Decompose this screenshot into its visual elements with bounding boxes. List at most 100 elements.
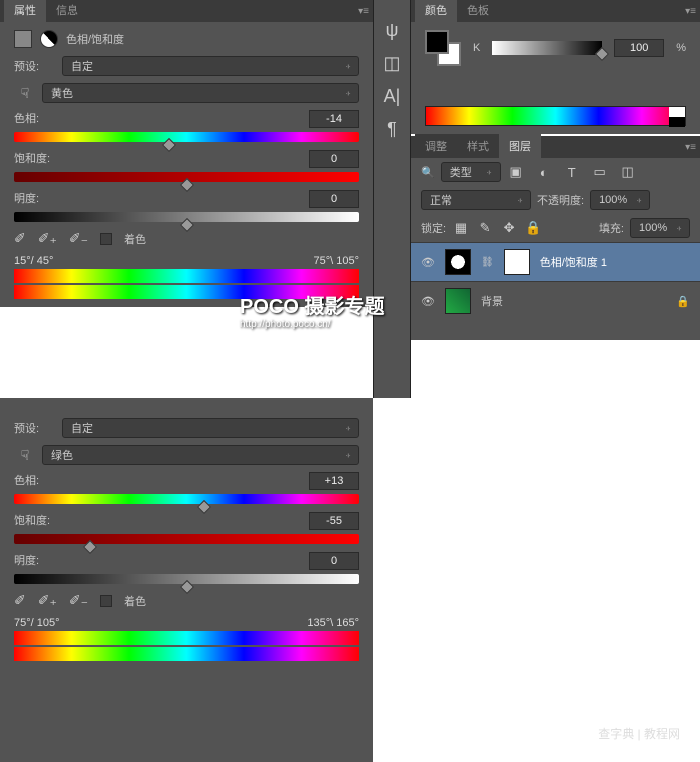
- tab-adjustments[interactable]: 调整: [415, 134, 457, 158]
- filter-image-icon[interactable]: ▣: [507, 163, 525, 181]
- eyedropper-minus-icon[interactable]: ✐₋: [69, 230, 88, 247]
- hue-input[interactable]: [309, 110, 359, 128]
- range-bar-top-2[interactable]: [14, 631, 359, 645]
- link-icon[interactable]: ⛓: [481, 257, 494, 268]
- saturation-label-2: 饱和度:: [14, 512, 50, 530]
- colorize-checkbox-2[interactable]: [100, 595, 112, 607]
- colorize-label: 着色: [124, 231, 146, 247]
- eyedropper-minus-icon-2[interactable]: ✐₋: [69, 592, 88, 609]
- saturation-input[interactable]: [309, 150, 359, 168]
- opacity-label: 不透明度:: [537, 192, 584, 208]
- adjustment-icon: [40, 30, 58, 48]
- tab-color[interactable]: 颜色: [415, 0, 457, 22]
- hand-icon-2[interactable]: ☟: [14, 444, 36, 466]
- k-label: K: [473, 42, 480, 54]
- eyedropper-icon[interactable]: ✐: [14, 230, 26, 247]
- blend-select[interactable]: 正常: [421, 190, 531, 210]
- preset-select[interactable]: 自定: [62, 56, 359, 76]
- saturation-input-2[interactable]: [309, 512, 359, 530]
- layer-name[interactable]: 背景: [481, 293, 503, 309]
- saturation-slider-2[interactable]: [14, 534, 359, 544]
- visibility-icon[interactable]: 👁: [421, 256, 435, 269]
- filter-select[interactable]: 类型: [441, 162, 501, 182]
- preset-label: 预设:: [14, 58, 56, 74]
- range-high: 75°\ 105°: [314, 255, 360, 267]
- range-low-2: 75°/ 105°: [14, 617, 60, 629]
- fill-select[interactable]: 100%: [630, 218, 690, 238]
- fill-label: 填充:: [599, 220, 624, 236]
- k-input[interactable]: [614, 39, 664, 57]
- right-panels: 颜色 色板 ▾≡ K % 调整 样式 图层 ▾≡: [411, 0, 700, 340]
- colorize-checkbox[interactable]: [100, 233, 112, 245]
- color-swatch[interactable]: [425, 30, 461, 66]
- lightness-input[interactable]: [309, 190, 359, 208]
- lightness-slider[interactable]: [14, 212, 359, 222]
- filter-shape-icon[interactable]: ▭: [591, 163, 609, 181]
- preset-label-2: 预设:: [14, 420, 56, 436]
- lightness-label-2: 明度:: [14, 552, 39, 570]
- layer-item-hue-sat[interactable]: 👁 ⛓ 色相/饱和度 1: [411, 242, 700, 281]
- filter-adjust-icon[interactable]: ◐: [535, 163, 553, 181]
- filter-type-icon[interactable]: T: [563, 163, 581, 181]
- lock-trans-icon[interactable]: ▦: [452, 219, 470, 237]
- hand-icon[interactable]: ☟: [14, 82, 36, 104]
- canvas-area: [373, 398, 700, 762]
- character-icon[interactable]: A|: [384, 86, 401, 107]
- mask-icon: [14, 30, 32, 48]
- fg-swatch[interactable]: [425, 30, 449, 54]
- layer-name[interactable]: 色相/饱和度 1: [540, 254, 607, 270]
- tab-layers[interactable]: 图层: [499, 134, 541, 158]
- range-bar-top[interactable]: [14, 269, 359, 283]
- opacity-select[interactable]: 100%: [590, 190, 650, 210]
- color-menu-icon[interactable]: ▾≡: [685, 6, 696, 17]
- hue-slider[interactable]: [14, 132, 359, 142]
- tabs: 属性 信息 ▾≡: [0, 0, 373, 22]
- layer-item-background[interactable]: 👁 背景 🔒: [411, 281, 700, 320]
- eyedropper-icon-2[interactable]: ✐: [14, 592, 26, 609]
- range-low: 15°/ 45°: [14, 255, 53, 267]
- hue-label-2: 色相:: [14, 472, 39, 490]
- tab-properties[interactable]: 属性: [4, 0, 46, 22]
- preset-select-2[interactable]: 自定: [62, 418, 359, 438]
- eyedropper-plus-icon-2[interactable]: ✐₊: [38, 592, 57, 609]
- channel-select[interactable]: 黄色: [42, 83, 359, 103]
- swatches-icon[interactable]: ◫: [383, 53, 400, 74]
- tab-info[interactable]: 信息: [46, 0, 88, 22]
- lock-paint-icon[interactable]: ✎: [476, 219, 494, 237]
- tab-styles[interactable]: 样式: [457, 134, 499, 158]
- filter-smart-icon[interactable]: ◫: [619, 163, 637, 181]
- layers-panel: 调整 样式 图层 ▾≡ 🔍 类型 ▣ ◐ T ▭ ◫ 正常 不透明度: 100%…: [411, 136, 700, 340]
- range-high-2: 135°\ 165°: [307, 617, 359, 629]
- tab-swatches[interactable]: 色板: [457, 0, 499, 22]
- properties-panel: 属性 信息 ▾≡ 色相/饱和度 预设: 自定 ☟ 黄色 色相: 饱和度:: [0, 0, 373, 307]
- hue-input-2[interactable]: [309, 472, 359, 490]
- hue-label: 色相:: [14, 110, 39, 128]
- lock-label: 锁定:: [421, 220, 446, 236]
- layer-thumb: [445, 288, 471, 314]
- lock-all-icon[interactable]: 🔒: [524, 219, 542, 237]
- lock-move-icon[interactable]: ✥: [500, 219, 518, 237]
- lightness-slider-2[interactable]: [14, 574, 359, 584]
- watermark-main: POCO 摄影专题 http://photo.poco.cn/: [240, 290, 384, 330]
- properties-panel-2: 预设: 自定 ☟ 绿色 色相: 饱和度: 明度:: [0, 398, 373, 762]
- colorize-label-2: 着色: [124, 593, 146, 609]
- spectrum-bar[interactable]: [425, 106, 686, 126]
- lightness-input-2[interactable]: [309, 552, 359, 570]
- saturation-label: 饱和度:: [14, 150, 50, 168]
- color-panel: 颜色 色板 ▾≡ K %: [411, 0, 700, 134]
- layer-adjust-thumb: [445, 249, 471, 275]
- channel-select-2[interactable]: 绿色: [42, 445, 359, 465]
- k-slider[interactable]: [492, 41, 602, 55]
- layers-menu-icon[interactable]: ▾≡: [685, 142, 696, 153]
- saturation-slider[interactable]: [14, 172, 359, 182]
- eyedropper-plus-icon[interactable]: ✐₊: [38, 230, 57, 247]
- range-bar-bottom-2[interactable]: [14, 647, 359, 661]
- hue-slider-2[interactable]: [14, 494, 359, 504]
- brushes-icon[interactable]: ψ: [386, 20, 399, 41]
- layer-mask-thumb[interactable]: [504, 249, 530, 275]
- paragraph-icon[interactable]: ¶: [387, 119, 397, 140]
- panel-title: 色相/饱和度: [66, 31, 124, 47]
- panel-menu-icon[interactable]: ▾≡: [358, 6, 369, 17]
- filter-search-icon[interactable]: 🔍: [421, 166, 435, 179]
- visibility-icon[interactable]: 👁: [421, 295, 435, 308]
